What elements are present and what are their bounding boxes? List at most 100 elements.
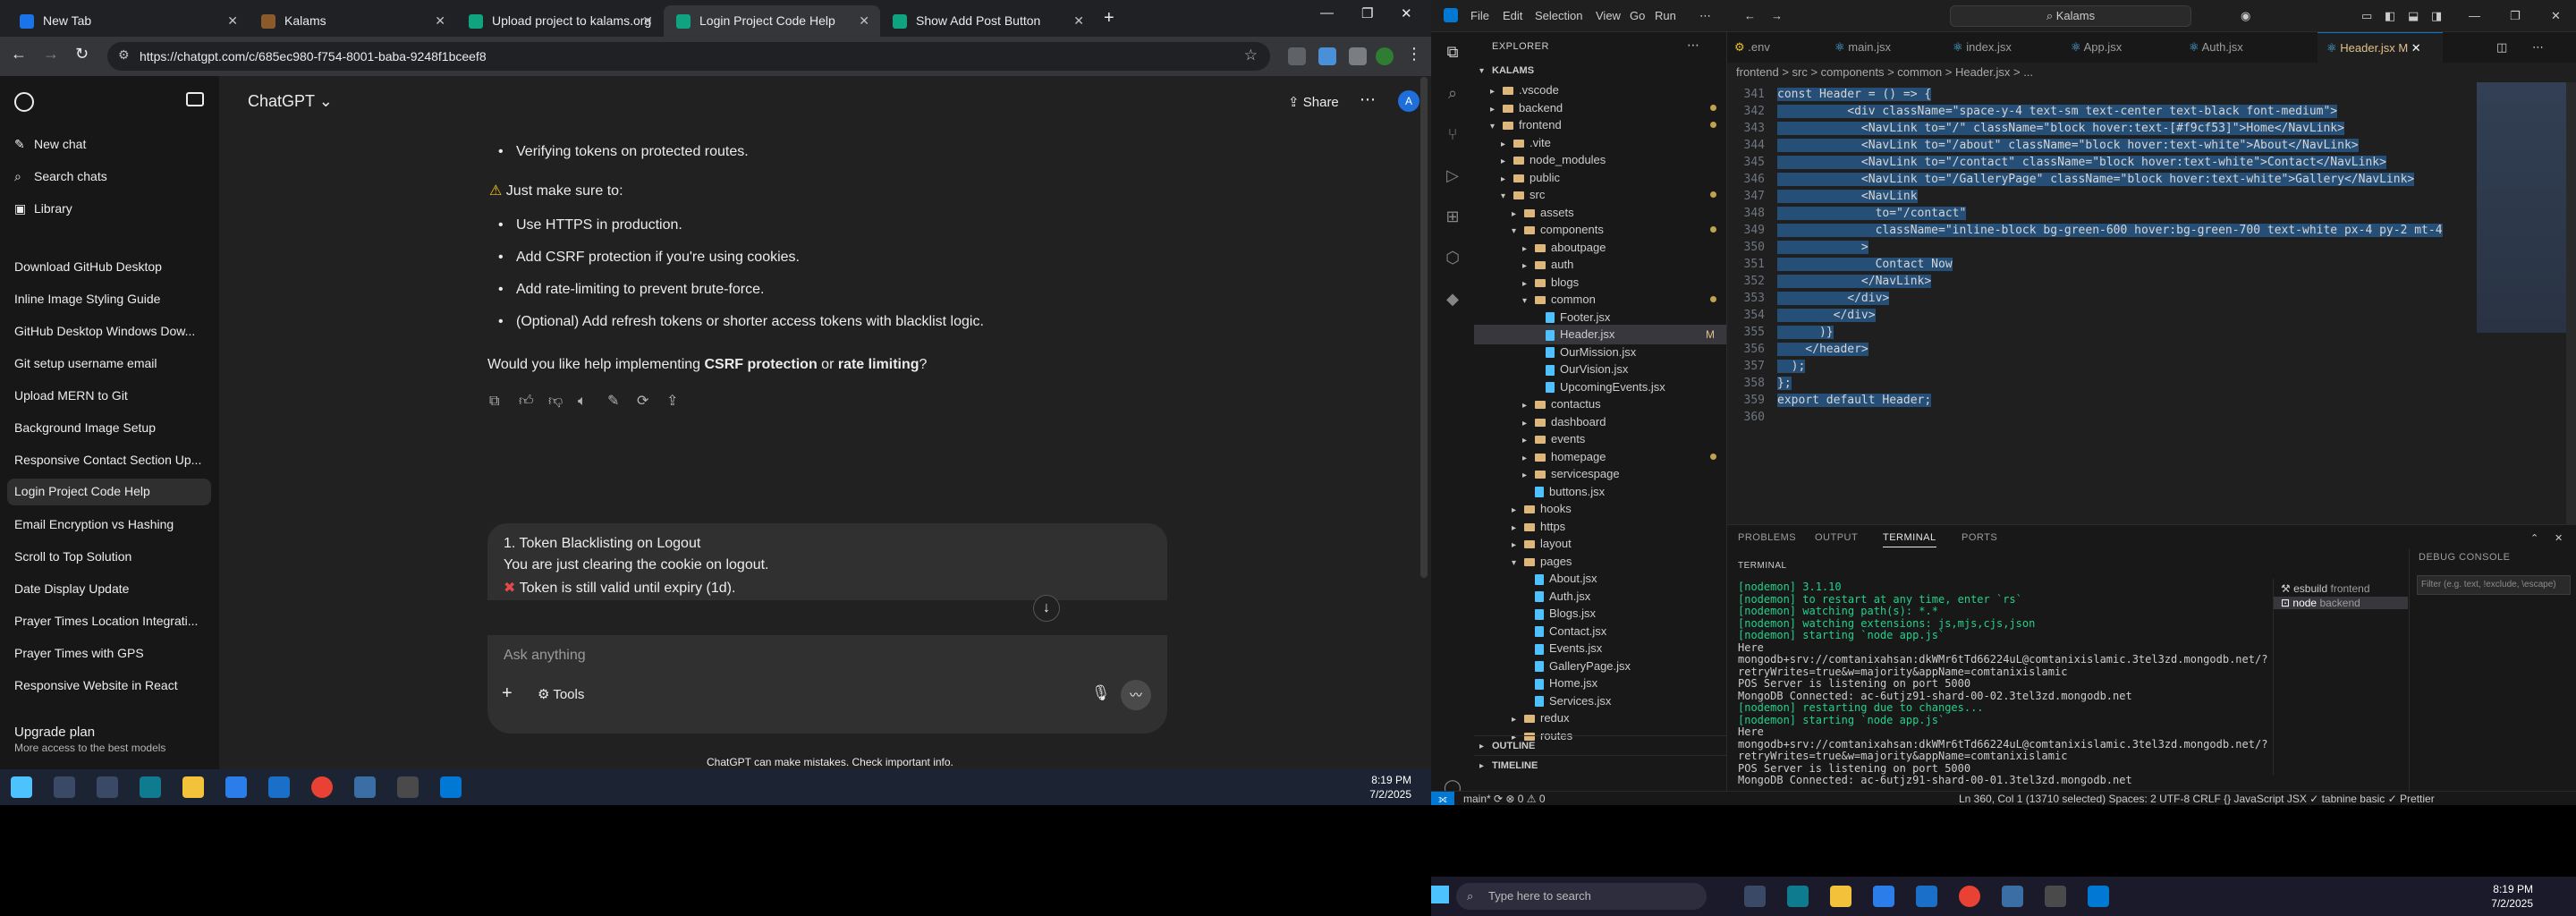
layout-icon[interactable]: ▭ [2361, 9, 2372, 23]
code-line[interactable]: 344 <NavLink to="/about" className="bloc… [1727, 137, 2479, 154]
history-item[interactable]: Responsive Website in React [14, 678, 211, 692]
voice-mode-icon[interactable]: 〰 [1121, 680, 1151, 710]
remote-indicator[interactable]: ⟗ [1431, 792, 1454, 805]
sidebar-toggle-icon[interactable] [186, 92, 204, 106]
vscode-icon[interactable] [440, 776, 462, 798]
bookmark-star-icon[interactable]: ☆ [1244, 47, 1258, 64]
new-tab-plus-icon[interactable]: + [1104, 5, 1114, 30]
toggle-panel-icon[interactable]: ⬓ [2408, 9, 2419, 23]
panel-tab-output[interactable]: OUTPUT [1815, 532, 1858, 543]
file-explorer-icon[interactable] [1830, 886, 1852, 907]
menu-view[interactable]: View [1596, 9, 1621, 22]
close-window-icon[interactable]: ✕ [2551, 9, 2561, 23]
code-line[interactable]: 360 [1727, 409, 2479, 426]
history-item[interactable]: Download GitHub Desktop [14, 259, 211, 274]
code-line[interactable]: 358}; [1727, 375, 2479, 392]
editor-scrollbar[interactable] [2566, 82, 2576, 524]
code-line[interactable]: 343 <NavLink to="/" className="block hov… [1727, 120, 2479, 137]
code-line[interactable]: 342 <div className="space-y-4 text-sm te… [1727, 103, 2479, 120]
close-window-icon[interactable]: ✕ [1401, 5, 1412, 21]
edge-icon[interactable] [1787, 886, 1809, 907]
history-item[interactable]: Date Display Update [14, 581, 211, 596]
add-icon[interactable]: + [502, 683, 513, 704]
github-desktop-icon[interactable] [354, 776, 376, 798]
extension-icon[interactable] [1288, 47, 1306, 65]
menu-run[interactable]: Run [1655, 9, 1676, 22]
taskbar-clock[interactable]: 8:19 PM 7/2/2025 [2491, 882, 2533, 911]
vscode-icon[interactable] [2088, 886, 2109, 907]
microphone-icon[interactable]: 🎙︎ [1091, 684, 1111, 702]
chrome-menu-icon[interactable]: ⋮ [1406, 45, 1422, 64]
toggle-sidebar-icon[interactable]: ◧ [2385, 9, 2395, 23]
remote-icon[interactable]: ⬡ [1442, 249, 1463, 270]
tab-login-project[interactable]: Login Project Code Help ✕ [664, 5, 880, 37]
composer-input[interactable]: Ask anything [504, 648, 586, 664]
share-icon[interactable]: ⇪ [666, 392, 696, 410]
code-line[interactable]: 351 Contact Now [1727, 256, 2479, 273]
chrome-icon[interactable] [1959, 886, 1980, 907]
tab-new-tab[interactable]: New Tab ✕ [7, 5, 249, 37]
more-icon[interactable]: ⋯ [1687, 38, 1700, 53]
mail-icon[interactable] [268, 776, 290, 798]
copy-icon[interactable]: ⧉ [489, 394, 519, 410]
more-icon[interactable]: ⋯ [2532, 32, 2544, 63]
close-panel-icon[interactable]: ✕ [2555, 532, 2563, 544]
editor-tab[interactable]: ⚛ Auth.jsx [2189, 32, 2296, 63]
openai-logo-icon[interactable] [14, 92, 34, 112]
breadcrumb[interactable]: frontend > src > components > common > H… [1727, 63, 2576, 82]
history-item[interactable]: Background Image Setup [14, 420, 211, 435]
task-view-icon[interactable] [1744, 886, 1766, 907]
history-item[interactable]: Scroll to Top Solution [14, 549, 211, 564]
mail-icon[interactable] [1916, 886, 1937, 907]
extensions-puzzle-icon[interactable] [1349, 47, 1367, 65]
code-line[interactable]: 355 )} [1727, 324, 2479, 341]
menu-edit[interactable]: Edit [1503, 9, 1522, 22]
site-info-icon[interactable]: ⚙ [118, 47, 130, 63]
terminal-icon[interactable] [2045, 886, 2066, 907]
history-item[interactable]: GitHub Desktop Windows Dow... [14, 324, 211, 338]
back-icon[interactable]: ← [11, 45, 27, 64]
command-center-search[interactable]: ⌕ Kalams [1950, 5, 2191, 27]
terminal-session-item-active[interactable]: ⊡ node backend [2274, 597, 2408, 609]
history-item[interactable]: Inline Image Styling Guide [14, 292, 211, 306]
menu-selection[interactable]: Selection [1535, 9, 1582, 22]
history-item-selected[interactable]: Login Project Code Help [7, 479, 211, 505]
store-icon[interactable] [1873, 886, 1894, 907]
code-line[interactable]: 359 export default Header; [1727, 392, 2479, 409]
search-chats-button[interactable]: ⌕ Search chats [14, 169, 107, 184]
regenerate-icon[interactable]: ⟳ [637, 392, 666, 410]
history-item[interactable]: Upload MERN to Git [14, 388, 211, 403]
tab-show-add-post[interactable]: Show Add Post Button ✕ [880, 5, 1095, 37]
extension-icon[interactable] [1318, 47, 1336, 65]
search-icon[interactable]: ⌕ [1442, 84, 1463, 106]
editor-tab[interactable]: ⚛ main.jsx [1835, 32, 1942, 63]
edit-icon[interactable]: ✎ [607, 392, 637, 410]
source-control-icon[interactable]: ⑂ [1442, 125, 1463, 147]
code-line[interactable]: 354 </div> [1727, 307, 2479, 324]
history-item[interactable]: Email Encryption vs Hashing [14, 517, 211, 531]
library-button[interactable]: ▣ Library [14, 201, 72, 216]
new-chat-button[interactable]: ✎ New chat [14, 137, 86, 152]
code-line[interactable]: 350 > [1727, 239, 2479, 256]
close-icon[interactable]: ✕ [859, 5, 869, 37]
reload-icon[interactable]: ↻ [75, 45, 89, 64]
code-line[interactable]: 353 </div> [1727, 290, 2479, 307]
terminal-icon[interactable] [397, 776, 419, 798]
code-line[interactable]: 346 <NavLink to="/GalleryPage" className… [1727, 171, 2479, 188]
close-icon[interactable]: ✕ [642, 5, 653, 37]
tools-button[interactable]: ⚙ Tools [538, 686, 584, 702]
windows-start-icon[interactable] [11, 776, 32, 798]
maximize-icon[interactable]: ❐ [1361, 5, 1373, 21]
editor-tab[interactable]: ⚛ index.jsx [1953, 32, 2060, 63]
minimize-icon[interactable]: — [1320, 5, 1334, 21]
editor-tab[interactable]: ⚙ .env [1734, 32, 1824, 63]
minimize-icon[interactable]: — [2469, 9, 2480, 22]
user-avatar[interactable]: A [1398, 90, 1419, 112]
profile-avatar-icon[interactable] [1376, 47, 1394, 65]
debug-console-title[interactable]: DEBUG CONSOLE [2419, 552, 2510, 563]
windows-start-icon[interactable] [1431, 886, 1449, 903]
terminal-session-item[interactable]: ⚒ esbuild frontend [2281, 582, 2370, 595]
forward-icon[interactable]: → [1771, 9, 1783, 22]
page-scrollbar[interactable] [1420, 77, 1428, 578]
close-icon[interactable]: ✕ [2411, 41, 2421, 55]
